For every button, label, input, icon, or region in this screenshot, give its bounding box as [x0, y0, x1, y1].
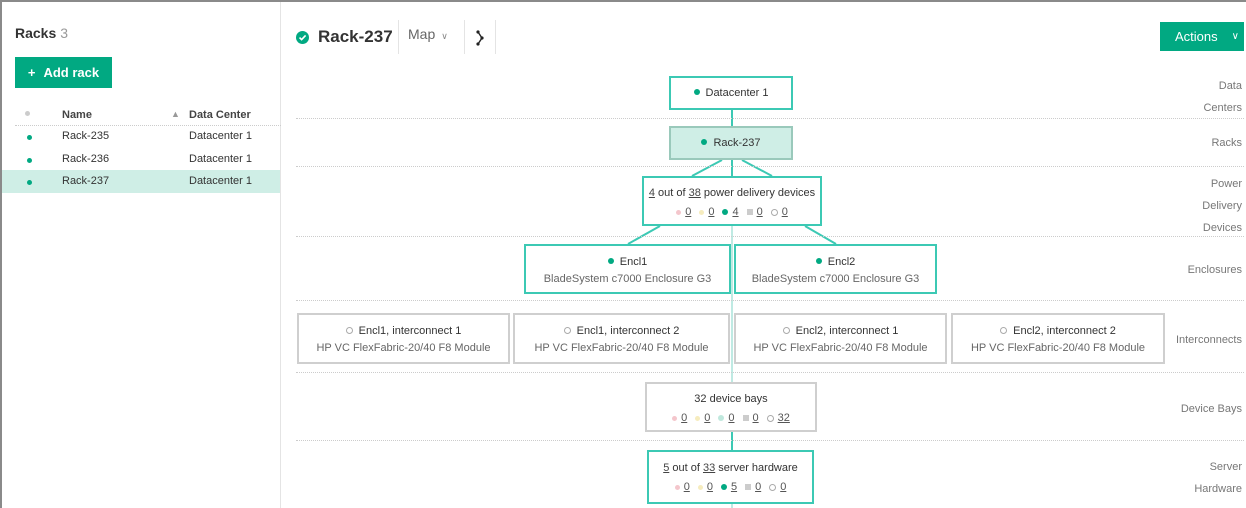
disabled-icon — [742, 415, 749, 421]
warning-count[interactable]: 0 — [704, 412, 710, 424]
unknown-count[interactable]: 0 — [780, 481, 786, 493]
critical-count[interactable]: 0 — [684, 481, 690, 493]
critical-icon — [674, 484, 680, 490]
status-unknown-icon — [563, 327, 571, 334]
status-ok-icon — [693, 89, 700, 95]
status-unknown-icon — [1000, 327, 1008, 334]
ok-count[interactable]: 4 — [732, 206, 738, 218]
node-label: Encl2 — [827, 256, 856, 268]
power-total-link[interactable]: 38 — [689, 187, 701, 199]
status-ok-icon — [815, 258, 822, 264]
critical-icon — [672, 415, 678, 421]
ok-count[interactable]: 0 — [728, 412, 734, 424]
server-count-link[interactable]: 5 — [663, 462, 669, 474]
tier-divider — [296, 440, 1244, 441]
unknown-icon — [766, 414, 774, 422]
node-label: Encl1 — [619, 256, 648, 268]
server-summary: 5 out of 33 server hardware — [663, 462, 798, 474]
warning-count[interactable]: 0 — [707, 481, 713, 493]
tier-label-device-bays: Device Bays — [1180, 403, 1242, 415]
warning-icon — [695, 415, 701, 421]
ok-icon — [720, 484, 727, 490]
warning-icon — [699, 209, 705, 215]
disabled-icon — [745, 484, 752, 490]
tier-divider — [296, 236, 1244, 237]
disabled-icon — [746, 209, 753, 215]
power-count-link[interactable]: 4 — [649, 187, 655, 199]
node-model: HP VC FlexFabric-20/40 F8 Module — [534, 342, 709, 354]
ok-count[interactable]: 5 — [731, 481, 737, 493]
critical-icon — [676, 209, 682, 215]
node-label: 32 device bays — [694, 393, 768, 405]
node-power-delivery[interactable]: 4 out of 38 power delivery devices 0 0 4… — [642, 176, 822, 226]
node-interconnect[interactable]: Encl2, interconnect 1 HP VC FlexFabric-2… — [734, 313, 947, 364]
tier-label-power: Power Delivery Devices — [1202, 178, 1242, 234]
power-summary: 4 out of 38 power delivery devices — [648, 187, 816, 199]
disabled-count[interactable]: 0 — [755, 481, 761, 493]
tier-label-server: Server Hardware — [1194, 461, 1242, 495]
node-device-bays[interactable]: 32 device bays 0 0 0 0 32 — [645, 382, 817, 432]
tier-label-racks: Racks — [1211, 137, 1242, 149]
node-label: Datacenter 1 — [705, 87, 769, 99]
status-counts: 0 0 4 0 0 — [644, 206, 820, 218]
node-label: Rack-237 — [713, 137, 761, 149]
server-total-link[interactable]: 33 — [703, 462, 715, 474]
tier-divider — [296, 300, 1244, 301]
node-label: Encl2, interconnect 2 — [1013, 325, 1116, 337]
critical-count[interactable]: 0 — [681, 412, 687, 424]
node-interconnect[interactable]: Encl1, interconnect 1 HP VC FlexFabric-2… — [297, 313, 510, 364]
node-label: Encl2, interconnect 1 — [795, 325, 899, 337]
node-datacenter[interactable]: Datacenter 1 — [669, 76, 793, 110]
status-ok-icon — [701, 139, 708, 145]
tier-label-data-centers: Data Centers — [1203, 80, 1242, 114]
status-ok-icon — [607, 258, 614, 264]
unknown-icon — [769, 483, 777, 491]
disabled-count[interactable]: 0 — [757, 206, 763, 218]
ok-icon — [718, 415, 725, 421]
unknown-icon — [770, 208, 778, 216]
node-model: HP VC FlexFabric-20/40 F8 Module — [316, 342, 491, 354]
ok-icon — [722, 209, 729, 215]
unknown-count[interactable]: 0 — [782, 206, 788, 218]
status-unknown-icon — [782, 327, 790, 334]
node-label: Encl1, interconnect 1 — [358, 325, 462, 337]
tier-divider — [296, 166, 1244, 167]
node-model: HP VC FlexFabric-20/40 F8 Module — [970, 342, 1146, 354]
node-interconnect[interactable]: Encl1, interconnect 2 HP VC FlexFabric-2… — [513, 313, 730, 364]
unknown-count[interactable]: 32 — [778, 412, 790, 424]
status-counts: 0 0 0 0 32 — [647, 412, 815, 424]
tier-label-interconnects: Interconnects — [1175, 334, 1242, 346]
node-rack[interactable]: Rack-237 — [669, 126, 793, 160]
node-model: BladeSystem c7000 Enclosure G3 — [751, 273, 920, 285]
disabled-count[interactable]: 0 — [753, 412, 759, 424]
node-enclosure[interactable]: Encl2 BladeSystem c7000 Enclosure G3 — [734, 244, 937, 294]
node-model: HP VC FlexFabric-20/40 F8 Module — [753, 342, 928, 354]
node-interconnect[interactable]: Encl2, interconnect 2 HP VC FlexFabric-2… — [951, 313, 1165, 364]
warning-count[interactable]: 0 — [708, 206, 714, 218]
critical-count[interactable]: 0 — [685, 206, 691, 218]
warning-icon — [697, 484, 703, 490]
status-unknown-icon — [345, 327, 353, 334]
node-label: Encl1, interconnect 2 — [576, 325, 680, 337]
tier-label-enclosures: Enclosures — [1187, 264, 1242, 276]
node-enclosure[interactable]: Encl1 BladeSystem c7000 Enclosure G3 — [524, 244, 731, 294]
tier-divider — [296, 372, 1244, 373]
status-counts: 0 0 5 0 0 — [649, 481, 812, 493]
tier-divider — [296, 118, 1244, 119]
node-model: BladeSystem c7000 Enclosure G3 — [543, 273, 712, 285]
node-server-hardware[interactable]: 5 out of 33 server hardware 0 0 5 0 0 — [647, 450, 814, 504]
